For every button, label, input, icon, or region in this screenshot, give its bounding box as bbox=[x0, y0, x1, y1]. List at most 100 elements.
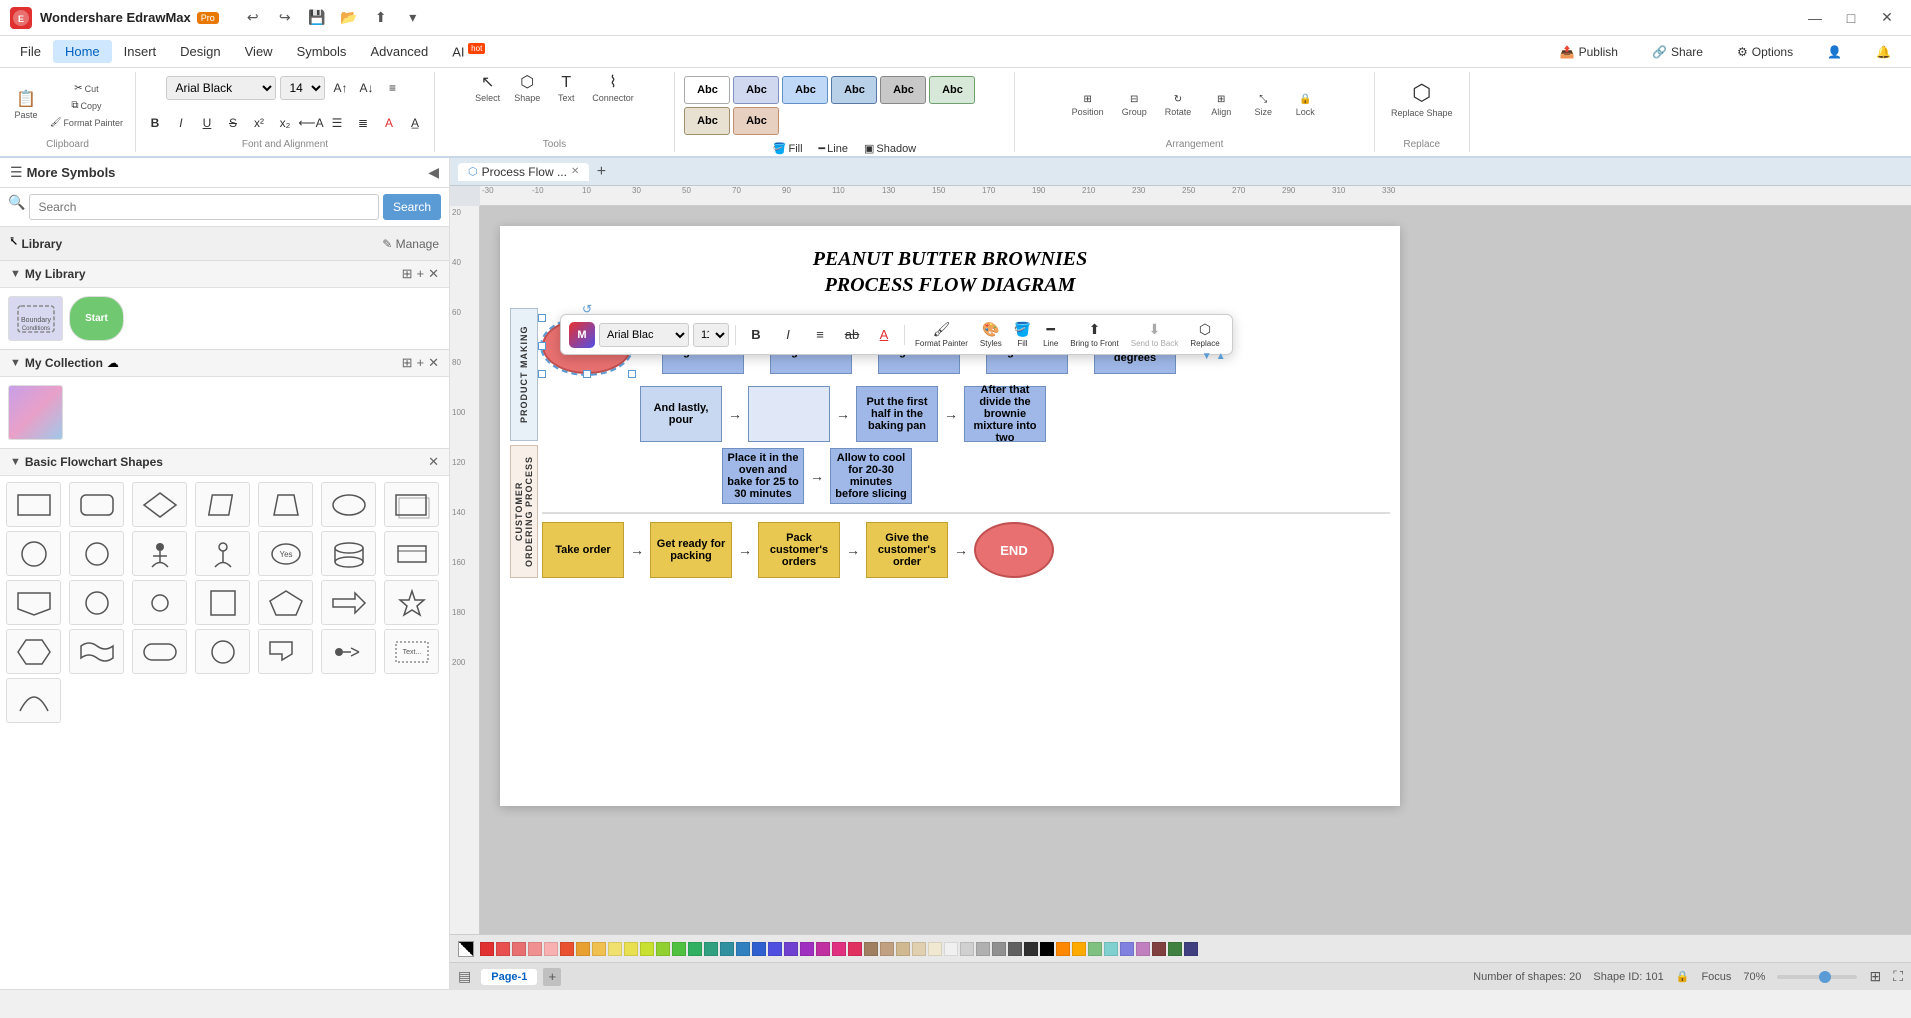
shape-person[interactable] bbox=[132, 531, 187, 576]
tab-close-button[interactable]: ✕ bbox=[571, 166, 579, 177]
font-family-select[interactable]: Arial Black Arial Times New Roman bbox=[166, 76, 276, 100]
bold-button[interactable]: B bbox=[144, 112, 166, 134]
menu-home[interactable]: Home bbox=[53, 40, 112, 63]
pack-orders-node[interactable]: Pack customer's orders bbox=[758, 522, 840, 578]
color-swatch-violet[interactable] bbox=[1136, 942, 1150, 956]
redo-button[interactable]: ↪ bbox=[271, 4, 299, 32]
connector-button[interactable]: ⌇ Connector bbox=[586, 72, 640, 106]
shape-trapezoid[interactable] bbox=[258, 482, 313, 527]
select-button[interactable]: ↖ Select bbox=[469, 72, 506, 106]
color-swatch-33[interactable] bbox=[1008, 942, 1022, 956]
publish-button[interactable]: 📤 Publish bbox=[1548, 41, 1630, 63]
share-button[interactable]: 🔗 Share bbox=[1640, 41, 1715, 63]
shape-circle[interactable] bbox=[69, 531, 124, 576]
lock-button[interactable]: 🔒 Lock bbox=[1287, 91, 1323, 120]
ft-font-select[interactable]: Arial Blac bbox=[599, 323, 689, 347]
zoom-thumb[interactable] bbox=[1819, 971, 1831, 983]
page-layout-button[interactable]: ▤ bbox=[458, 968, 471, 985]
ft-expand-button[interactable]: ▼ bbox=[1202, 351, 1212, 362]
export-button[interactable]: ⬆ bbox=[367, 4, 395, 32]
color-swatch-34[interactable] bbox=[1024, 942, 1038, 956]
color-swatch-amber[interactable] bbox=[1072, 942, 1086, 956]
color-swatch-30[interactable] bbox=[960, 942, 974, 956]
ft-fill-button[interactable]: 🪣 Fill bbox=[1010, 319, 1035, 350]
color-swatch-29[interactable] bbox=[944, 942, 958, 956]
decrease-font-button[interactable]: A↓ bbox=[355, 77, 377, 99]
color-swatch-20[interactable] bbox=[800, 942, 814, 956]
menu-view[interactable]: View bbox=[233, 40, 285, 63]
shape-offpage[interactable] bbox=[6, 580, 61, 625]
placeholder-node[interactable] bbox=[748, 386, 830, 442]
color-swatch-28[interactable] bbox=[928, 942, 942, 956]
underline-button[interactable]: U bbox=[196, 112, 218, 134]
color-swatch-2[interactable] bbox=[512, 942, 526, 956]
align-button[interactable]: ⊞ Align bbox=[1203, 91, 1239, 120]
ft-send-back-button[interactable]: ⬇ Send to Back bbox=[1127, 319, 1183, 350]
ft-format-painter-button[interactable]: 🖌 Format Painter bbox=[911, 319, 972, 350]
shape-pentagon[interactable] bbox=[258, 580, 313, 625]
shape-rect-rounded-2[interactable] bbox=[132, 629, 187, 674]
color-swatch-orange[interactable] bbox=[1056, 942, 1070, 956]
shape-circle-3[interactable] bbox=[195, 629, 250, 674]
canvas-content[interactable]: PEANUT BUTTER BROWNIES PROCESS FLOW DIAG… bbox=[480, 206, 1911, 934]
handle-br[interactable] bbox=[628, 370, 636, 378]
color-swatch-8[interactable] bbox=[608, 942, 622, 956]
user-avatar[interactable]: 👤 bbox=[1815, 41, 1854, 63]
search-button[interactable]: Search bbox=[383, 194, 441, 220]
shape-annotation[interactable] bbox=[258, 629, 313, 674]
copy-button[interactable]: ⧉ Copy bbox=[46, 98, 127, 113]
color-swatch-10[interactable] bbox=[640, 942, 654, 956]
ft-font-size-select[interactable]: 11 bbox=[693, 323, 729, 347]
group-button[interactable]: ⊟ Group bbox=[1116, 91, 1153, 120]
shape-ellipse[interactable] bbox=[321, 482, 376, 527]
shape-actor[interactable] bbox=[195, 531, 250, 576]
color-swatch-4[interactable] bbox=[544, 942, 558, 956]
shape-star[interactable] bbox=[384, 580, 439, 625]
style-swatch-4[interactable]: Abc bbox=[880, 76, 926, 104]
save-button[interactable]: 💾 bbox=[303, 4, 331, 32]
collapse-panel-button[interactable]: ◀ bbox=[428, 164, 439, 181]
give-order-node[interactable]: Give the customer's order bbox=[866, 522, 948, 578]
color-swatch-7[interactable] bbox=[592, 942, 606, 956]
shape-rectangle[interactable] bbox=[6, 482, 61, 527]
basic-flowchart-close-button[interactable]: ✕ bbox=[428, 454, 439, 470]
my-library-add2-button[interactable]: + bbox=[417, 266, 425, 282]
my-collection-add-button[interactable]: ⊞ bbox=[402, 355, 413, 371]
page-tab-1[interactable]: Page-1 bbox=[481, 969, 537, 985]
add-page-button[interactable]: + bbox=[543, 968, 561, 986]
menu-symbols[interactable]: Symbols bbox=[285, 40, 359, 63]
focus-button[interactable]: Focus bbox=[1701, 971, 1731, 983]
color-swatch-black[interactable] bbox=[1040, 942, 1054, 956]
my-library-close-button[interactable]: ✕ bbox=[428, 266, 439, 282]
color-swatch-6[interactable] bbox=[576, 942, 590, 956]
color-swatch-18[interactable] bbox=[768, 942, 782, 956]
style-swatch-2[interactable]: Abc bbox=[782, 76, 828, 104]
ft-replace-button[interactable]: ⬡ Replace bbox=[1186, 319, 1223, 350]
shape-arrow-right[interactable] bbox=[321, 580, 376, 625]
size-button[interactable]: ⤡ Size bbox=[1245, 91, 1281, 120]
color-swatch-22[interactable] bbox=[832, 942, 846, 956]
shape-parallelogram[interactable] bbox=[195, 482, 250, 527]
color-swatch-16[interactable] bbox=[736, 942, 750, 956]
take-order-node[interactable]: Take order bbox=[542, 522, 624, 578]
color-swatch-5[interactable] bbox=[560, 942, 574, 956]
notification-button[interactable]: 🔔 bbox=[1864, 41, 1903, 63]
color-swatch-24[interactable] bbox=[864, 942, 878, 956]
position-button[interactable]: ⊞ Position bbox=[1066, 91, 1110, 120]
fit-page-button[interactable]: ⊞ bbox=[1869, 968, 1881, 985]
style-swatch-0[interactable]: Abc bbox=[684, 76, 730, 104]
shape-rect-tall[interactable] bbox=[195, 580, 250, 625]
line-style-button[interactable]: ━ Line bbox=[813, 139, 854, 158]
color-swatch-12[interactable] bbox=[672, 942, 686, 956]
handle-bm[interactable] bbox=[583, 370, 591, 378]
color-swatch-31[interactable] bbox=[976, 942, 990, 956]
ft-strikethrough-button[interactable]: ab bbox=[838, 321, 866, 349]
zoom-slider[interactable] bbox=[1777, 975, 1857, 979]
color-swatch-1[interactable] bbox=[496, 942, 510, 956]
ft-text-color-button[interactable]: A bbox=[870, 321, 898, 349]
superscript-button[interactable]: x² bbox=[248, 112, 270, 134]
color-swatch-15[interactable] bbox=[720, 942, 734, 956]
paste-button[interactable]: 📋 Paste bbox=[8, 89, 44, 123]
menu-insert[interactable]: Insert bbox=[112, 40, 169, 63]
text-button[interactable]: T Text bbox=[548, 72, 584, 106]
